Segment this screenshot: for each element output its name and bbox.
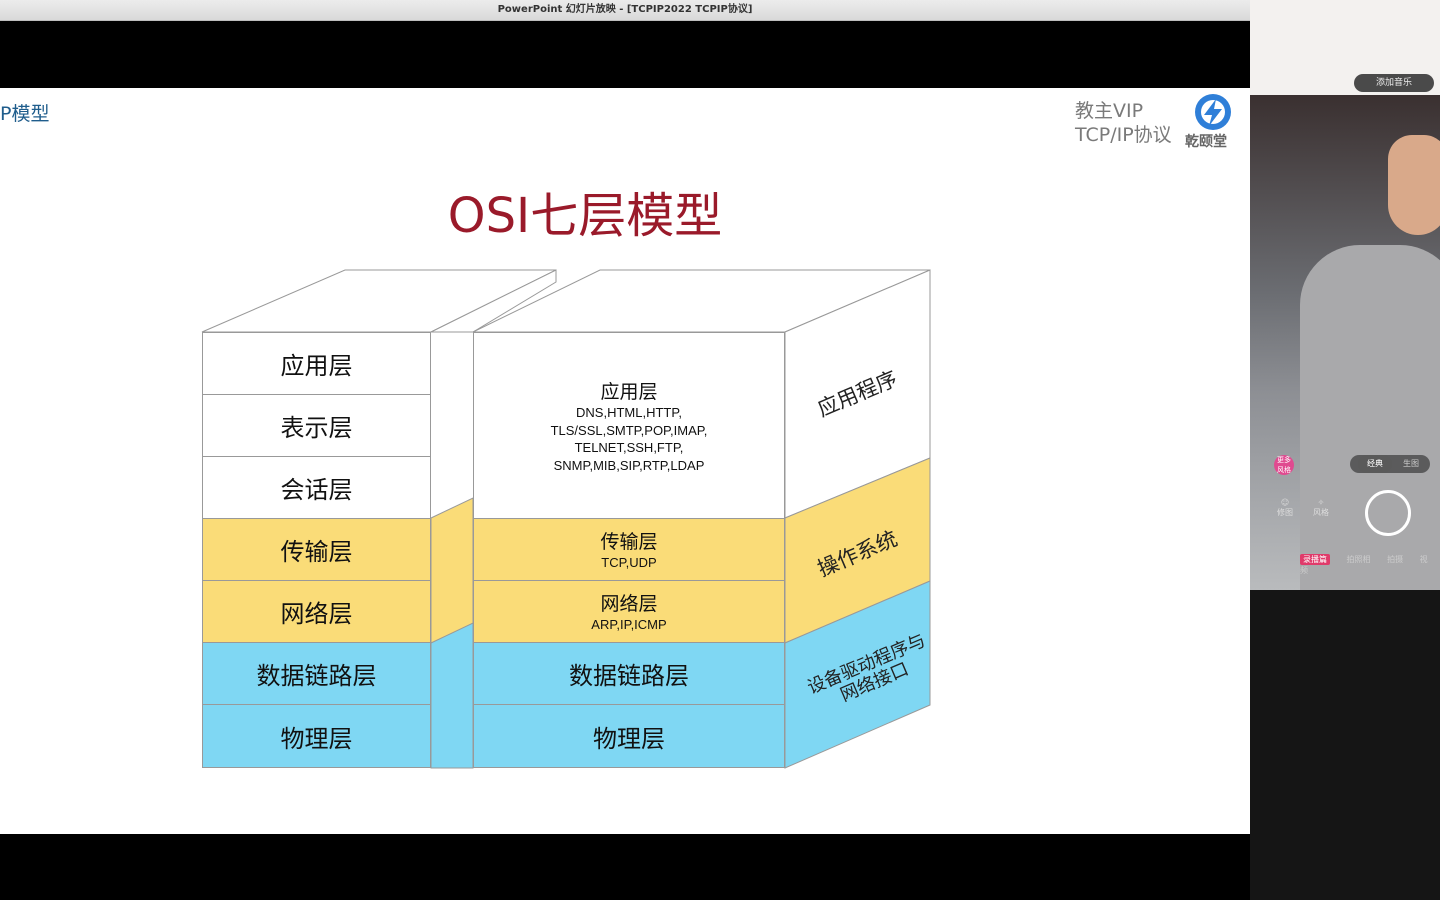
window-titlebar: PowerPoint 幻灯片放映 - [TCPIP2022 TCPIP协议] <box>0 0 1250 21</box>
tcpip-layer-application: 应用层 DNS,HTML,HTTP, TLS/SSL,SMTP,POP,IMAP… <box>473 332 785 519</box>
mode-classic[interactable]: 经典 <box>1358 455 1392 473</box>
osi-layer-datalink: 数据链路层 <box>202 642 431 705</box>
osi-layer-label: 传输层 <box>280 538 353 566</box>
osi-layer-label: 数据链路层 <box>256 662 377 690</box>
tab-photo[interactable]: 拍照相 <box>1347 555 1371 564</box>
tcpip-layer-physical: 物理层 <box>473 704 785 768</box>
mode-switch[interactable]: 经典 生图 <box>1350 455 1430 473</box>
osi-layer-transport: 传输层 <box>202 518 431 581</box>
shutter-button[interactable] <box>1365 490 1411 536</box>
osi-layer-presentation: 表示层 <box>202 394 431 457</box>
osi-layer-label: 应用层 <box>280 352 353 380</box>
osi-layer-label: 会话层 <box>280 476 353 504</box>
camera-panel: 添加音乐 更多风格 经典 生图 ☺ 修图 ✧ 风格 录播篇 拍照相 拍摄 视频 <box>1250 0 1440 900</box>
tcpip-physical-label: 物理层 <box>593 724 665 753</box>
tab-record[interactable]: 录播篇 <box>1300 554 1330 565</box>
retouch-label: 修图 <box>1277 508 1293 517</box>
tcpip-app-name: 应用层 <box>600 381 658 403</box>
presenter-body <box>1300 245 1440 605</box>
tcpip-transport-protocols: TCP,UDP <box>601 555 657 571</box>
tcpip-app-protocols-line: TLS/SSL,SMTP,POP,IMAP, <box>550 422 708 438</box>
more-styles-badge[interactable]: 更多风格 <box>1274 455 1294 475</box>
osi-layer-session: 会话层 <box>202 456 431 519</box>
style-tool[interactable]: ✧ 风格 <box>1306 498 1336 518</box>
tcpip-app-protocols-line: DNS,HTML,HTTP, <box>576 405 682 420</box>
tcpip-network-protocols: ARP,IP,ICMP <box>591 617 667 633</box>
tcpip-app-protocols-line: TELNET,SSH,FTP, <box>574 440 684 455</box>
osi-layer-physical: 物理层 <box>202 704 431 768</box>
tcpip-layer-transport: 传输层 TCP,UDP <box>473 518 785 581</box>
tcpip-datalink-label: 数据链路层 <box>569 662 689 690</box>
osi-layer-network: 网络层 <box>202 580 431 643</box>
osi-layer-application: 应用层 <box>202 332 431 395</box>
tcpip-network-name: 网络层 <box>600 593 658 616</box>
presenter-head <box>1388 135 1440 235</box>
tcpip-app-protocols-line: SNMP,MIB,SIP,RTP,LDAP <box>553 457 705 473</box>
osi-layer-label: 网络层 <box>280 600 353 628</box>
tcpip-layer-network: 网络层 ARP,IP,ICMP <box>473 580 785 643</box>
retouch-tool[interactable]: ☺ 修图 <box>1270 498 1300 518</box>
sparkle-icon: ✧ <box>1317 498 1325 507</box>
tab-shoot[interactable]: 拍摄 <box>1387 555 1403 564</box>
osi-layer-label: 表示层 <box>280 414 353 442</box>
slide: P模型 教主VIP TCP/IP协议 乾颐堂 OSI七层模型 应用层 表示层 会… <box>0 88 1250 834</box>
osi-layer-label: 物理层 <box>280 724 353 753</box>
style-label: 风格 <box>1313 508 1329 517</box>
tcpip-layer-datalink: 数据链路层 <box>473 642 785 705</box>
capture-mode-tabs: 录播篇 拍照相 拍摄 视频 <box>1300 554 1440 576</box>
tcpip-transport-name: 传输层 <box>600 531 658 554</box>
mode-generate[interactable]: 生图 <box>1396 455 1426 473</box>
camera-bottom-area <box>1250 590 1440 900</box>
face-icon: ☺ <box>1280 498 1290 507</box>
add-music-button[interactable]: 添加音乐 <box>1354 74 1434 92</box>
